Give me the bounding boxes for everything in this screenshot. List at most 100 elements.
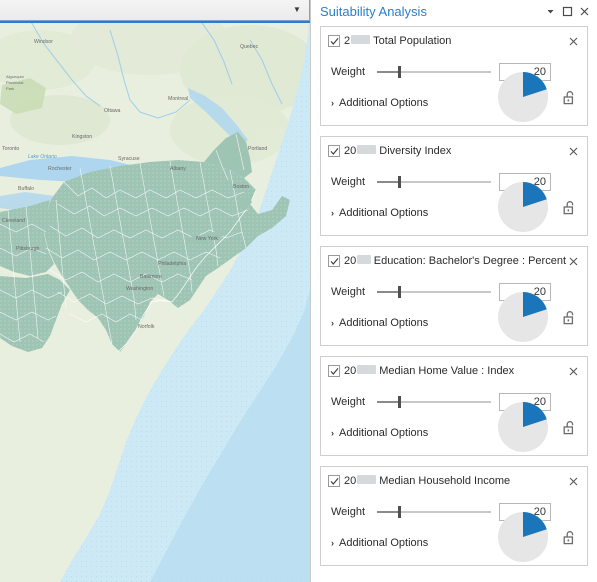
criteria-card-header: 20 Median Household Income: [321, 467, 587, 488]
panel-close-icon[interactable]: [576, 3, 593, 20]
svg-text:Ottawa: Ottawa: [104, 108, 121, 114]
svg-text:Portland: Portland: [248, 146, 267, 152]
criteria-card-list: 2 Total Population Weight 20 › Additiona…: [311, 22, 597, 566]
panel-menu-dropdown-icon[interactable]: [542, 3, 559, 20]
criteria-card-body: Weight 20 › Additional Options: [321, 283, 587, 342]
criteria-year-prefix: 20: [344, 145, 357, 157]
svg-text:New York: New York: [196, 236, 218, 242]
chevron-right-icon: ›: [331, 537, 334, 548]
criteria-card-body: Weight 20 › Additional Options: [321, 503, 587, 562]
weight-slider[interactable]: [377, 395, 491, 409]
lock-open-icon-diversity-index[interactable]: [561, 199, 579, 217]
additional-options-label: Additional Options: [339, 317, 429, 329]
weight-label: Weight: [331, 66, 366, 78]
panel-maximize-icon[interactable]: [559, 3, 576, 20]
criteria-card-diversity-index: 20 Diversity Index Weight 20 › Additiona…: [320, 136, 588, 236]
svg-text:Buffalo: Buffalo: [18, 186, 34, 192]
chevron-down-icon[interactable]: ▼: [288, 6, 309, 14]
weight-slider-thumb[interactable]: [398, 396, 401, 408]
svg-text:Cleveland: Cleveland: [2, 218, 25, 224]
weight-slider[interactable]: [377, 175, 491, 189]
weight-pie-chart-education-bachelors-degree-percent: [497, 291, 549, 343]
weight-label: Weight: [331, 506, 366, 518]
svg-text:Montreal: Montreal: [168, 96, 188, 102]
map-layer-combobox[interactable]: ▼: [0, 0, 310, 21]
remove-criteria-button-education-bachelors-degree-percent[interactable]: [566, 254, 580, 268]
svg-text:Park: Park: [6, 86, 14, 91]
svg-text:Toronto: Toronto: [2, 146, 19, 152]
weight-slider-fill: [377, 181, 399, 183]
chevron-right-icon: ›: [331, 317, 334, 328]
criteria-label: 2 Total Population: [344, 35, 566, 47]
additional-options-label: Additional Options: [339, 207, 429, 219]
map-combobox-underline: [0, 21, 310, 23]
criteria-year-prefix: 20: [344, 255, 357, 267]
weight-pie-chart-median-home-value-index: [497, 401, 549, 453]
criteria-card-body: Weight 20 › Additional Options: [321, 63, 587, 122]
panel-title: Suitability Analysis: [320, 3, 427, 19]
svg-text:Baltimore: Baltimore: [140, 274, 162, 280]
redacted-block: [357, 365, 377, 374]
redacted-block: [357, 255, 371, 264]
criteria-card-body: Weight 20 › Additional Options: [321, 173, 587, 232]
weight-slider[interactable]: [377, 65, 491, 79]
svg-text:Windsor: Windsor: [34, 39, 53, 45]
criteria-title-education-bachelors-degree-percent: Education: Bachelor's Degree : Percent: [373, 255, 566, 267]
weight-slider[interactable]: [377, 285, 491, 299]
criteria-enabled-checkbox-education-bachelors-degree-percent[interactable]: [328, 255, 340, 267]
lock-open-icon-education-bachelors-degree-percent[interactable]: [561, 309, 579, 327]
weight-label: Weight: [331, 396, 366, 408]
criteria-title-total-population: Total Population: [373, 35, 452, 47]
criteria-label: 20 Education: Bachelor's Degree : Percen…: [344, 255, 566, 267]
remove-criteria-button-total-population[interactable]: [566, 34, 580, 48]
weight-slider-thumb[interactable]: [398, 506, 401, 518]
criteria-year-prefix: 20: [344, 365, 357, 377]
svg-text:Washington: Washington: [126, 286, 153, 292]
remove-criteria-button-diversity-index[interactable]: [566, 144, 580, 158]
map-canvas[interactable]: Ottawa Montreal Kingston Windsor Toronto…: [0, 0, 310, 582]
criteria-year-prefix: 2: [344, 35, 351, 47]
lock-open-icon-total-population[interactable]: [561, 89, 579, 107]
svg-text:Provincial: Provincial: [6, 80, 23, 85]
criteria-card-header: 20 Education: Bachelor's Degree : Percen…: [321, 247, 587, 268]
weight-slider-thumb[interactable]: [398, 286, 401, 298]
redacted-block: [351, 35, 371, 44]
redacted-block: [357, 475, 377, 484]
criteria-enabled-checkbox-median-home-value-index[interactable]: [328, 365, 340, 377]
map-pane[interactable]: Ottawa Montreal Kingston Windsor Toronto…: [0, 0, 310, 582]
remove-criteria-button-median-home-value-index[interactable]: [566, 364, 580, 378]
criteria-card-total-population: 2 Total Population Weight 20 › Additiona…: [320, 26, 588, 126]
criteria-title-median-household-income: Median Household Income: [379, 475, 511, 487]
panel-header: Suitability Analysis: [311, 0, 597, 22]
criteria-card-median-home-value-index: 20 Median Home Value : Index Weight 20 ›…: [320, 356, 588, 456]
svg-text:Norfolk: Norfolk: [138, 324, 155, 330]
redacted-block: [357, 145, 377, 154]
criteria-enabled-checkbox-diversity-index[interactable]: [328, 145, 340, 157]
weight-slider[interactable]: [377, 505, 491, 519]
criteria-card-header: 2 Total Population: [321, 27, 587, 48]
lock-open-icon-median-home-value-index[interactable]: [561, 419, 579, 437]
weight-label: Weight: [331, 286, 366, 298]
weight-pie-chart-diversity-index: [497, 181, 549, 233]
criteria-card-header: 20 Median Home Value : Index: [321, 357, 587, 378]
svg-text:Quebec: Quebec: [240, 44, 259, 50]
weight-slider-fill: [377, 401, 399, 403]
criteria-enabled-checkbox-median-household-income[interactable]: [328, 475, 340, 487]
criteria-card-education-bachelors-degree-percent: 20 Education: Bachelor's Degree : Percen…: [320, 246, 588, 346]
criteria-label: 20 Diversity Index: [344, 145, 566, 157]
weight-pie-chart-total-population: [497, 71, 549, 123]
weight-slider-thumb[interactable]: [398, 66, 401, 78]
lock-open-icon-median-household-income[interactable]: [561, 529, 579, 547]
criteria-card-median-household-income: 20 Median Household Income Weight 20 › A…: [320, 466, 588, 566]
chevron-right-icon: ›: [331, 427, 334, 438]
criteria-enabled-checkbox-total-population[interactable]: [328, 35, 340, 47]
remove-criteria-button-median-household-income[interactable]: [566, 474, 580, 488]
weight-slider-thumb[interactable]: [398, 176, 401, 188]
weight-label: Weight: [331, 176, 366, 188]
chevron-right-icon: ›: [331, 97, 334, 108]
svg-text:Kingston: Kingston: [72, 134, 92, 140]
weight-slider-fill: [377, 511, 399, 513]
suitability-analysis-panel: Suitability Analysis 2 Total Population …: [310, 0, 597, 582]
svg-text:Boston: Boston: [233, 184, 249, 190]
criteria-title-median-home-value-index: Median Home Value : Index: [379, 365, 515, 377]
